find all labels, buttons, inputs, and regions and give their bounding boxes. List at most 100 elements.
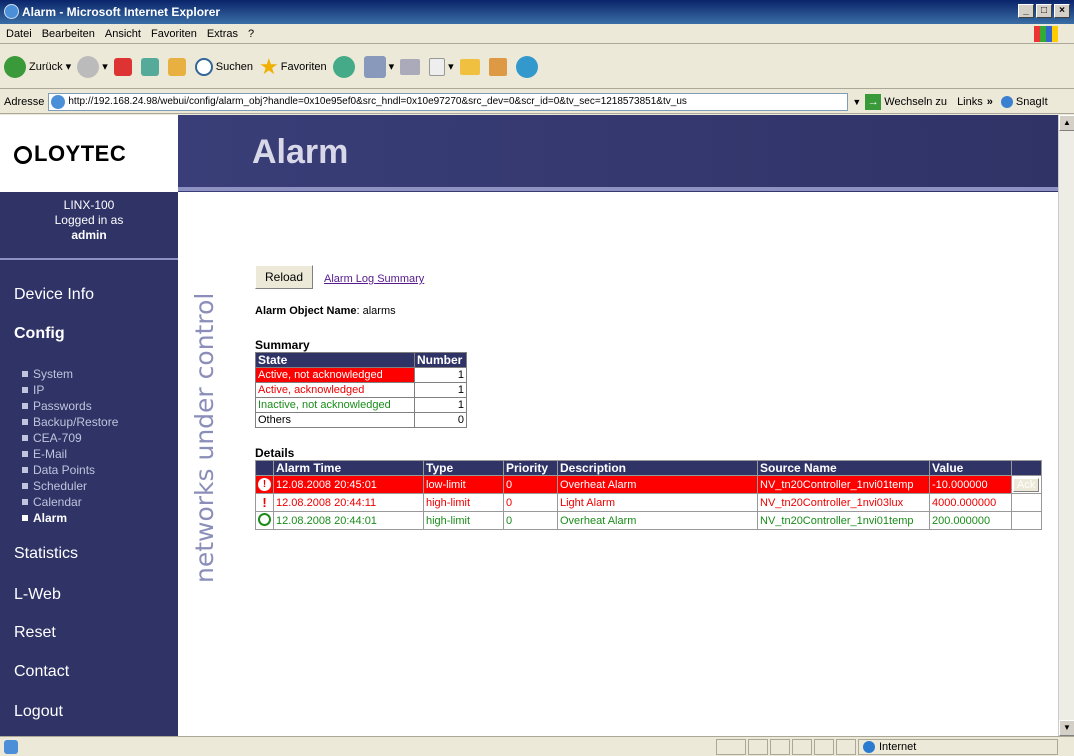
nav-config-data-points[interactable]: Data Points [22,462,118,478]
nav-config-cea709[interactable]: CEA-709 [22,430,118,446]
details-heading: Details [255,446,295,460]
summary-header-row: State Number [255,352,467,368]
summary-col-state: State [255,352,415,368]
nav-reset[interactable]: Reset [14,624,56,642]
status-cell [748,738,768,755]
stop-button[interactable] [113,57,135,76]
menu-datei[interactable]: Datei [6,28,32,40]
minimize-button[interactable]: _ [1018,4,1034,18]
scroll-down-arrow[interactable]: ▼ [1059,720,1074,736]
edit-icon [429,57,446,76]
alarm-type: high-limit [423,493,504,512]
menu-bar: Datei Bearbeiten Ansicht Favoriten Extra… [0,24,1074,44]
summary-col-number: Number [414,352,467,368]
chevron-icon[interactable]: » [987,96,993,108]
messenger-button[interactable] [515,55,541,78]
nav-statistics[interactable]: Statistics [14,545,78,563]
menu-bearbeiten[interactable]: Bearbeiten [42,28,95,40]
object-name-label: Alarm Object Name [255,305,357,317]
details-col-priority: Priority [503,460,558,476]
search-button[interactable]: Suchen [194,57,253,76]
device-model: LINX-100 [63,198,115,212]
alarm-description: Light Alarm [557,493,758,512]
alarm-time: 12.08.2008 20:44:11 [273,493,424,512]
reload-button[interactable]: Reload [255,265,314,289]
page-viewport: LOYTEC Alarm LINX-100 Logged in as admin… [0,115,1058,736]
edit-button[interactable]: ▾ [429,57,454,76]
alarm-acknowledged-icon: ! [255,493,274,512]
back-arrow-icon [4,55,26,78]
ack-button[interactable]: Ack [1013,477,1040,492]
summary-number: 0 [414,412,467,428]
nav-config-passwords[interactable]: Passwords [22,398,118,414]
nav-config-alarm[interactable]: Alarm [22,510,118,526]
vertical-scrollbar[interactable]: ▲ ▼ [1058,115,1074,736]
summary-heading: Summary [255,338,310,352]
nav-device-info[interactable]: Device Info [14,286,94,304]
table-row: Active, not acknowledged 1 [255,367,467,383]
alarm-value: -10.000000 [929,475,1012,494]
menu-favoriten[interactable]: Favoriten [151,28,197,40]
status-cell [792,738,812,755]
nav-config-system[interactable]: System [22,366,118,382]
alarm-source: NV_tn20Controller_1nvi03lux [757,493,930,512]
nav-config-ip[interactable]: IP [22,382,118,398]
home-button[interactable] [167,57,189,76]
details-col-source: Source Name [757,460,930,476]
alarm-time: 12.08.2008 20:45:01 [273,475,424,494]
snagit-button[interactable]: SnagIt [1016,96,1048,108]
sidebar-divider [0,258,178,260]
alarm-value: 4000.000000 [929,493,1012,512]
address-bar: Adresse http://192.168.24.98/webui/confi… [0,90,1074,114]
summary-table: State Number Active, not acknowledged 1 … [255,352,467,428]
go-arrow-icon[interactable]: → [865,93,882,110]
nav-logout[interactable]: Logout [14,703,63,721]
address-dropdown[interactable]: ▼ [852,97,861,107]
nav-config-email[interactable]: E-Mail [22,446,118,462]
alarm-description: Overheat Alarm [557,511,758,530]
menu-help[interactable]: ? [248,28,254,40]
status-cell [716,738,746,755]
details-col-time: Alarm Time [273,460,424,476]
window-title-bar: Alarm - Microsoft Internet Explorer _ □ … [0,0,1074,24]
links-button[interactable]: Links [957,96,983,108]
favorites-button[interactable]: ★ Favoriten [259,54,327,80]
summary-state: Inactive, not acknowledged [255,397,415,413]
research-button[interactable] [488,57,510,76]
alarm-source: NV_tn20Controller_1nvi01temp [757,475,930,494]
folder-button[interactable] [459,58,483,75]
forward-button[interactable]: ▾ [77,55,108,78]
nav-lweb[interactable]: L-Web [14,586,61,604]
research-icon [488,57,507,76]
alarm-priority: 0 [503,475,558,494]
summary-number: 1 [414,397,467,413]
menu-ansicht[interactable]: Ansicht [105,28,141,40]
mail-button[interactable]: ▾ [363,55,394,78]
nav-config-scheduler[interactable]: Scheduler [22,478,118,494]
alarm-log-summary-link[interactable]: Alarm Log Summary [324,273,424,285]
url-input[interactable]: http://192.168.24.98/webui/config/alarm_… [48,92,849,111]
refresh-icon [140,57,159,76]
nav-contact[interactable]: Contact [14,663,69,681]
back-button[interactable]: Zurück ▾ [4,55,71,78]
device-info-box: LINX-100 Logged in as admin [0,198,178,243]
header-divider [178,187,1058,191]
nav-config[interactable]: Config [14,325,65,343]
print-button[interactable] [400,58,423,75]
nav-config-backup-restore[interactable]: Backup/Restore [22,414,118,430]
globe-icon [863,740,875,753]
mail-icon [363,55,386,78]
toolbar: Zurück ▾ ▾ Suchen ★ Favoriten ▾ ▾ [0,45,1074,89]
loytec-logo: LOYTEC [0,115,178,192]
history-button[interactable] [332,55,358,78]
refresh-button[interactable] [140,57,162,76]
status-cell [836,738,856,755]
go-button[interactable]: Wechseln zu [884,96,947,108]
scroll-up-arrow[interactable]: ▲ [1059,115,1074,131]
maximize-button[interactable]: □ [1036,4,1052,18]
nav-config-calendar[interactable]: Calendar [22,494,118,510]
close-button[interactable]: × [1054,4,1070,18]
table-row: 12.08.2008 20:44:01 high-limit 0 Overhea… [255,511,1042,530]
home-icon [167,57,186,76]
menu-extras[interactable]: Extras [207,28,238,40]
